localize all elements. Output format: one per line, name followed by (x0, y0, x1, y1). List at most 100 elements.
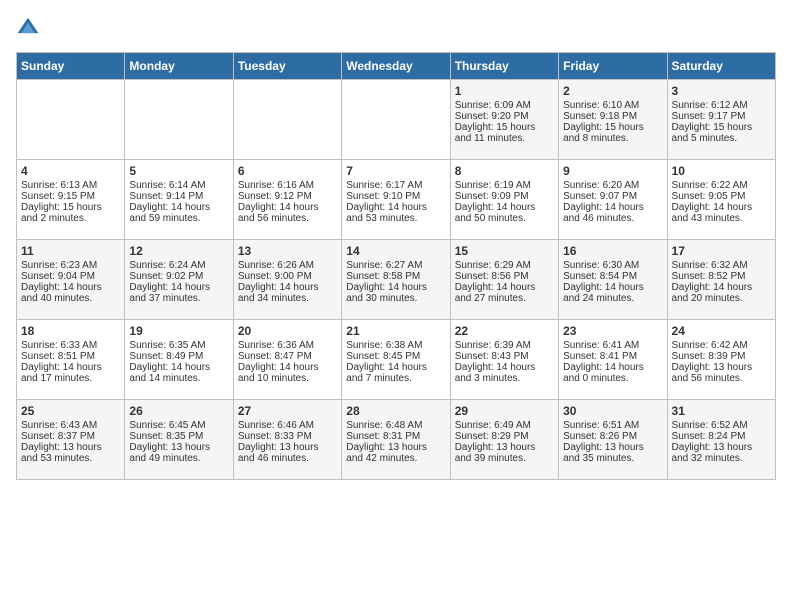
sunrise: Sunrise: 6:14 AM (129, 180, 205, 191)
weekday-header-wednesday: Wednesday (342, 53, 450, 80)
sunrise: Sunrise: 6:42 AM (672, 340, 748, 351)
sunset: Sunset: 8:49 PM (129, 351, 203, 362)
calendar-cell: 24Sunrise: 6:42 AMSunset: 8:39 PMDayligh… (667, 320, 775, 400)
calendar-week-row: 18Sunrise: 6:33 AMSunset: 8:51 PMDayligh… (17, 320, 776, 400)
day-number: 18 (21, 324, 120, 338)
sunset: Sunset: 9:15 PM (21, 191, 95, 202)
day-number: 7 (346, 164, 445, 178)
day-number: 16 (563, 244, 662, 258)
sunset: Sunset: 8:37 PM (21, 431, 95, 442)
calendar-week-row: 11Sunrise: 6:23 AMSunset: 9:04 PMDayligh… (17, 240, 776, 320)
daylight: Daylight: 14 hours and 34 minutes. (238, 282, 319, 304)
calendar-cell (233, 80, 341, 160)
daylight: Daylight: 14 hours and 50 minutes. (455, 202, 536, 224)
calendar-week-row: 4Sunrise: 6:13 AMSunset: 9:15 PMDaylight… (17, 160, 776, 240)
calendar-cell: 10Sunrise: 6:22 AMSunset: 9:05 PMDayligh… (667, 160, 775, 240)
calendar-cell: 4 Sunrise: 6:13 AMSunset: 9:15 PMDaylight… (17, 160, 125, 240)
daylight: Daylight: 13 hours and 32 minutes. (672, 442, 753, 464)
calendar-cell: 3Sunrise: 6:12 AMSunset: 9:17 PMDaylight… (667, 80, 775, 160)
sunrise: Sunrise: 6:22 AM (672, 180, 748, 191)
day-number: 30 (563, 404, 662, 418)
calendar-cell: 30Sunrise: 6:51 AMSunset: 8:26 PMDayligh… (559, 400, 667, 480)
day-number: 1 (455, 84, 554, 98)
logo-icon (16, 16, 40, 40)
sunset: Sunset: 9:20 PM (455, 111, 529, 122)
logo (16, 16, 44, 40)
day-number: 29 (455, 404, 554, 418)
sunrise: Sunrise: 6:48 AM (346, 420, 422, 431)
calendar-cell (17, 80, 125, 160)
calendar-week-row: 1Sunrise: 6:09 AMSunset: 9:20 PMDaylight… (17, 80, 776, 160)
sunrise: Sunrise: 6:23 AM (21, 260, 97, 271)
sunset: Sunset: 9:02 PM (129, 271, 203, 282)
sunrise: Sunrise: 6:24 AM (129, 260, 205, 271)
daylight: Daylight: 14 hours and 53 minutes. (346, 202, 427, 224)
sunrise: Sunrise: 6:30 AM (563, 260, 639, 271)
daylight: Daylight: 13 hours and 49 minutes. (129, 442, 210, 464)
day-number: 4 (21, 164, 120, 178)
sunrise: Sunrise: 6:36 AM (238, 340, 314, 351)
day-number: 6 (238, 164, 337, 178)
daylight: Daylight: 14 hours and 7 minutes. (346, 362, 427, 384)
calendar-week-row: 25Sunrise: 6:43 AMSunset: 8:37 PMDayligh… (17, 400, 776, 480)
day-number: 26 (129, 404, 228, 418)
daylight: Daylight: 14 hours and 10 minutes. (238, 362, 319, 384)
sunset: Sunset: 8:58 PM (346, 271, 420, 282)
day-number: 9 (563, 164, 662, 178)
day-number: 25 (21, 404, 120, 418)
day-number: 5 (129, 164, 228, 178)
calendar-cell (125, 80, 233, 160)
sunrise: Sunrise: 6:52 AM (672, 420, 748, 431)
sunset: Sunset: 8:33 PM (238, 431, 312, 442)
sunrise: Sunrise: 6:27 AM (346, 260, 422, 271)
day-number: 19 (129, 324, 228, 338)
daylight: Daylight: 14 hours and 37 minutes. (129, 282, 210, 304)
daylight: Daylight: 13 hours and 56 minutes. (672, 362, 753, 384)
daylight: Daylight: 13 hours and 35 minutes. (563, 442, 644, 464)
day-number: 15 (455, 244, 554, 258)
sunrise: Sunrise: 6:12 AM (672, 100, 748, 111)
daylight: Daylight: 14 hours and 40 minutes. (21, 282, 102, 304)
day-number: 27 (238, 404, 337, 418)
calendar-cell: 20Sunrise: 6:36 AMSunset: 8:47 PMDayligh… (233, 320, 341, 400)
daylight: Daylight: 14 hours and 56 minutes. (238, 202, 319, 224)
calendar-cell: 9Sunrise: 6:20 AMSunset: 9:07 PMDaylight… (559, 160, 667, 240)
sunrise: Sunrise: 6:33 AM (21, 340, 97, 351)
sunrise: Sunrise: 6:49 AM (455, 420, 531, 431)
calendar-cell: 11Sunrise: 6:23 AMSunset: 9:04 PMDayligh… (17, 240, 125, 320)
sunset: Sunset: 9:04 PM (21, 271, 95, 282)
sunset: Sunset: 8:26 PM (563, 431, 637, 442)
day-number: 24 (672, 324, 771, 338)
sunset: Sunset: 8:29 PM (455, 431, 529, 442)
daylight: Daylight: 14 hours and 46 minutes. (563, 202, 644, 224)
calendar-cell: 13Sunrise: 6:26 AMSunset: 9:00 PMDayligh… (233, 240, 341, 320)
sunrise: Sunrise: 6:41 AM (563, 340, 639, 351)
sunrise: Sunrise: 6:32 AM (672, 260, 748, 271)
sunrise: Sunrise: 6:20 AM (563, 180, 639, 191)
sunrise: Sunrise: 6:39 AM (455, 340, 531, 351)
sunset: Sunset: 9:00 PM (238, 271, 312, 282)
sunset: Sunset: 8:41 PM (563, 351, 637, 362)
daylight: Daylight: 15 hours and 8 minutes. (563, 122, 644, 144)
day-number: 22 (455, 324, 554, 338)
calendar-cell: 26Sunrise: 6:45 AMSunset: 8:35 PMDayligh… (125, 400, 233, 480)
daylight: Daylight: 14 hours and 3 minutes. (455, 362, 536, 384)
day-number: 8 (455, 164, 554, 178)
sunrise: Sunrise: 6:45 AM (129, 420, 205, 431)
sunrise: Sunrise: 6:17 AM (346, 180, 422, 191)
calendar-cell: 14Sunrise: 6:27 AMSunset: 8:58 PMDayligh… (342, 240, 450, 320)
calendar-cell: 16Sunrise: 6:30 AMSunset: 8:54 PMDayligh… (559, 240, 667, 320)
daylight: Daylight: 15 hours and 2 minutes. (21, 202, 102, 224)
sunset: Sunset: 8:56 PM (455, 271, 529, 282)
weekday-header-row: SundayMondayTuesdayWednesdayThursdayFrid… (17, 53, 776, 80)
day-number: 20 (238, 324, 337, 338)
sunrise: Sunrise: 6:13 AM (21, 180, 97, 191)
day-number: 21 (346, 324, 445, 338)
daylight: Daylight: 14 hours and 17 minutes. (21, 362, 102, 384)
calendar-cell: 19Sunrise: 6:35 AMSunset: 8:49 PMDayligh… (125, 320, 233, 400)
daylight: Daylight: 13 hours and 39 minutes. (455, 442, 536, 464)
sunrise: Sunrise: 6:35 AM (129, 340, 205, 351)
calendar-cell: 15Sunrise: 6:29 AMSunset: 8:56 PMDayligh… (450, 240, 558, 320)
sunset: Sunset: 9:09 PM (455, 191, 529, 202)
sunset: Sunset: 8:31 PM (346, 431, 420, 442)
